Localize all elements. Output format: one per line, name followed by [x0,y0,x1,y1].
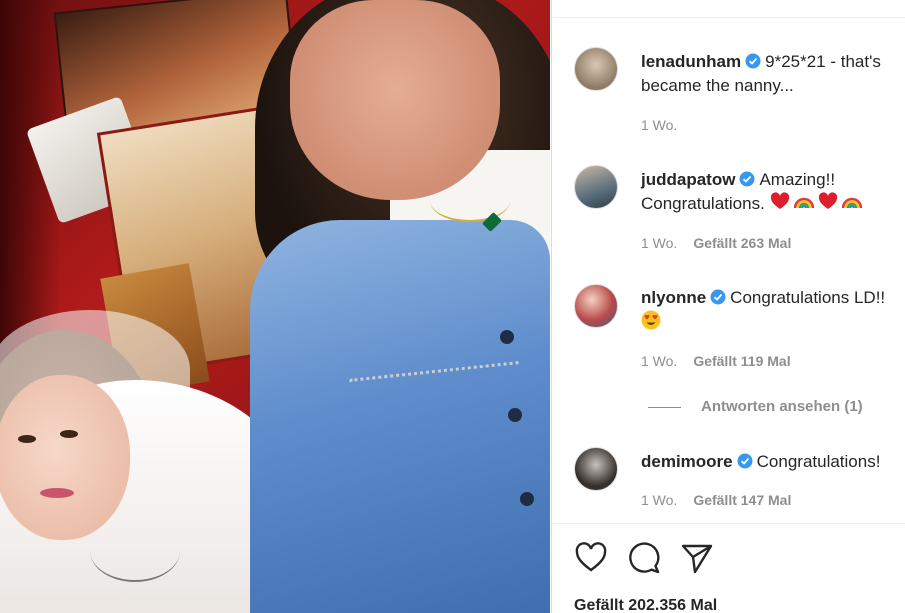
comment-time[interactable]: 1 Wo. [641,492,677,508]
verified-badge-icon [739,171,755,187]
header-divider [552,17,905,18]
actions-divider [552,523,905,524]
jacket-button [520,492,534,506]
comment-text: nlyonne Congratulations LD!! [641,286,905,334]
comment-time[interactable]: 1 Wo. [641,353,677,369]
comment-meta: 1 Wo. Gefällt 147 Mal [641,492,791,508]
comment-username[interactable]: juddapatow [641,170,735,189]
comment-time[interactable]: 1 Wo. [641,117,677,133]
comment-meta: 1 Wo. Gefällt 119 Mal [641,353,791,369]
heart-eyes-emoji-icon [641,310,661,330]
comment-likes[interactable]: Gefällt 263 Mal [693,235,791,251]
comment-username[interactable]: nlyonne [641,288,706,307]
comments-panel: lenadunham 9*25*21 - that's became the na… [551,0,905,613]
heart-emoji-icon [818,192,837,209]
verified-badge-icon [710,289,726,305]
replies-dash [648,406,681,408]
comment-meta: 1 Wo. Gefällt 263 Mal [641,235,791,251]
post-like-count[interactable]: Gefällt 202.356 Mal [574,597,717,613]
view-replies-button[interactable]: Antworten ansehen (1) [648,398,863,415]
comment-body: Congratulations! [756,452,881,471]
post-photo[interactable] [0,0,550,613]
jacket-button [500,330,514,344]
bride-eye [18,435,36,443]
comment-body: Congratulations LD!! [730,288,886,307]
avatar[interactable] [574,165,618,209]
comment-time[interactable]: 1 Wo. [641,235,677,251]
bride-lips [40,488,74,498]
comment-meta: 1 Wo. [641,117,677,133]
comment-text: juddapatow Amazing!! Congratulations. [641,168,905,216]
bride-eye [60,430,78,438]
bride-face [0,375,130,540]
verified-badge-icon [737,453,753,469]
paper-plane-icon[interactable] [680,541,714,575]
comment-likes[interactable]: Gefällt 119 Mal [693,353,790,369]
comment-text: demimoore Congratulations! [641,450,905,474]
groom-denim-jacket [250,220,550,613]
bride-necklace [90,520,180,582]
rainbow-emoji-icon [793,197,814,209]
view-replies-label: Antworten ansehen (1) [701,398,863,415]
avatar[interactable] [574,284,618,328]
avatar[interactable] [574,447,618,491]
heart-outline-icon[interactable] [574,541,608,575]
comment-username[interactable]: demimoore [641,452,733,471]
comment-text: lenadunham 9*25*21 - that's became the na… [641,50,905,98]
heart-emoji-icon [770,192,789,209]
verified-badge-icon [745,53,761,69]
avatar[interactable] [574,47,618,91]
comment-likes[interactable]: Gefällt 147 Mal [693,492,791,508]
comment-bubble-icon[interactable] [627,541,661,575]
jacket-button [508,408,522,422]
rainbow-emoji-icon [841,197,862,209]
comment-username[interactable]: lenadunham [641,52,741,71]
groom-face [290,0,500,200]
